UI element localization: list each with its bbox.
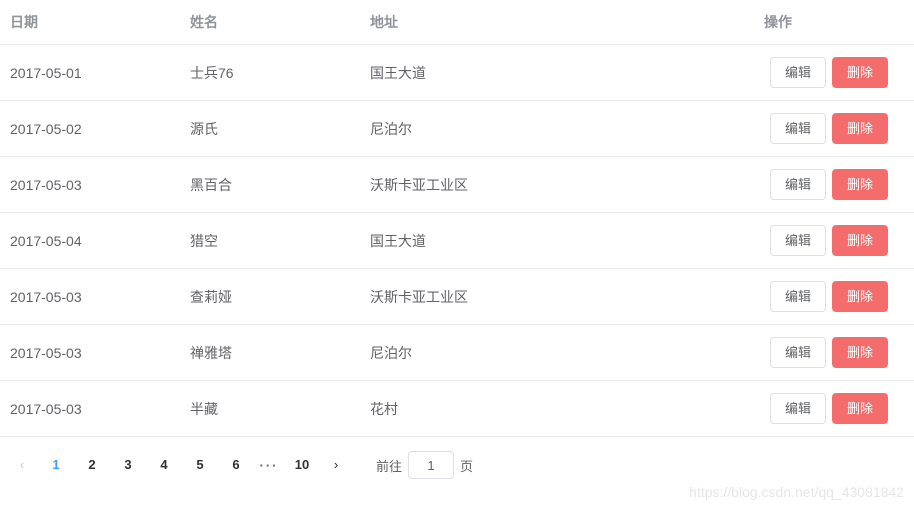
delete-button[interactable]: 删除 [832, 393, 888, 424]
edit-button[interactable]: 编辑 [770, 337, 826, 368]
cell-date: 2017-05-04 [0, 213, 180, 269]
chevron-left-icon: ‹ [20, 457, 24, 472]
table-row: 2017-05-03查莉娅沃斯卡亚工业区编辑删除 [0, 269, 914, 325]
cell-address: 沃斯卡亚工业区 [360, 157, 754, 213]
cell-ops: 编辑删除 [754, 101, 914, 157]
delete-button[interactable]: 删除 [832, 57, 888, 88]
delete-button[interactable]: 删除 [832, 169, 888, 200]
delete-button[interactable]: 删除 [832, 337, 888, 368]
chevron-right-icon: › [334, 457, 338, 472]
cell-address: 国王大道 [360, 213, 754, 269]
table-row: 2017-05-04猎空国王大道编辑删除 [0, 213, 914, 269]
delete-button[interactable]: 删除 [832, 225, 888, 256]
delete-button[interactable]: 删除 [832, 113, 888, 144]
cell-date: 2017-05-03 [0, 381, 180, 437]
pagination: ‹ 1 2 3 4 5 6 ··· 10 › 前往 页 [0, 437, 914, 489]
delete-button[interactable]: 删除 [832, 281, 888, 312]
edit-button[interactable]: 编辑 [770, 225, 826, 256]
cell-address: 花村 [360, 381, 754, 437]
jump-suffix: 页 [460, 456, 473, 475]
edit-button[interactable]: 编辑 [770, 169, 826, 200]
cell-name: 黑百合 [180, 157, 360, 213]
page-button-3[interactable]: 3 [113, 451, 143, 479]
page-button-last[interactable]: 10 [287, 451, 317, 479]
cell-date: 2017-05-02 [0, 101, 180, 157]
cell-ops: 编辑删除 [754, 269, 914, 325]
cell-ops: 编辑删除 [754, 381, 914, 437]
edit-button[interactable]: 编辑 [770, 393, 826, 424]
page-ellipsis[interactable]: ··· [254, 458, 284, 473]
cell-name: 禅雅塔 [180, 325, 360, 381]
header-address: 地址 [360, 0, 754, 45]
cell-ops: 编辑删除 [754, 157, 914, 213]
cell-address: 沃斯卡亚工业区 [360, 269, 754, 325]
cell-name: 源氏 [180, 101, 360, 157]
header-ops: 操作 [754, 0, 914, 45]
header-name: 姓名 [180, 0, 360, 45]
page-button-5[interactable]: 5 [185, 451, 215, 479]
cell-ops: 编辑删除 [754, 213, 914, 269]
cell-address: 尼泊尔 [360, 325, 754, 381]
edit-button[interactable]: 编辑 [770, 281, 826, 312]
cell-ops: 编辑删除 [754, 325, 914, 381]
jump-prefix: 前往 [376, 456, 402, 475]
edit-button[interactable]: 编辑 [770, 57, 826, 88]
cell-address: 国王大道 [360, 45, 754, 101]
header-date: 日期 [0, 0, 180, 45]
cell-date: 2017-05-03 [0, 269, 180, 325]
table-row: 2017-05-03禅雅塔尼泊尔编辑删除 [0, 325, 914, 381]
cell-date: 2017-05-03 [0, 325, 180, 381]
cell-name: 查莉娅 [180, 269, 360, 325]
cell-ops: 编辑删除 [754, 45, 914, 101]
table-row: 2017-05-03黑百合沃斯卡亚工业区编辑删除 [0, 157, 914, 213]
table-row: 2017-05-02源氏尼泊尔编辑删除 [0, 101, 914, 157]
cell-name: 猎空 [180, 213, 360, 269]
cell-name: 士兵76 [180, 45, 360, 101]
cell-name: 半藏 [180, 381, 360, 437]
table-row: 2017-05-03半藏花村编辑删除 [0, 381, 914, 437]
cell-date: 2017-05-03 [0, 157, 180, 213]
jump-input[interactable] [408, 451, 454, 479]
edit-button[interactable]: 编辑 [770, 113, 826, 144]
page-button-2[interactable]: 2 [77, 451, 107, 479]
page-button-1[interactable]: 1 [41, 451, 71, 479]
table-row: 2017-05-01士兵76国王大道编辑删除 [0, 45, 914, 101]
cell-date: 2017-05-01 [0, 45, 180, 101]
page-next-button[interactable]: › [322, 451, 350, 479]
page-prev-button[interactable]: ‹ [8, 451, 36, 479]
page-button-4[interactable]: 4 [149, 451, 179, 479]
data-table: 日期 姓名 地址 操作 2017-05-01士兵76国王大道编辑删除2017-0… [0, 0, 914, 437]
table-header-row: 日期 姓名 地址 操作 [0, 0, 914, 45]
cell-address: 尼泊尔 [360, 101, 754, 157]
page-button-6[interactable]: 6 [221, 451, 251, 479]
page-jump: 前往 页 [376, 451, 473, 479]
